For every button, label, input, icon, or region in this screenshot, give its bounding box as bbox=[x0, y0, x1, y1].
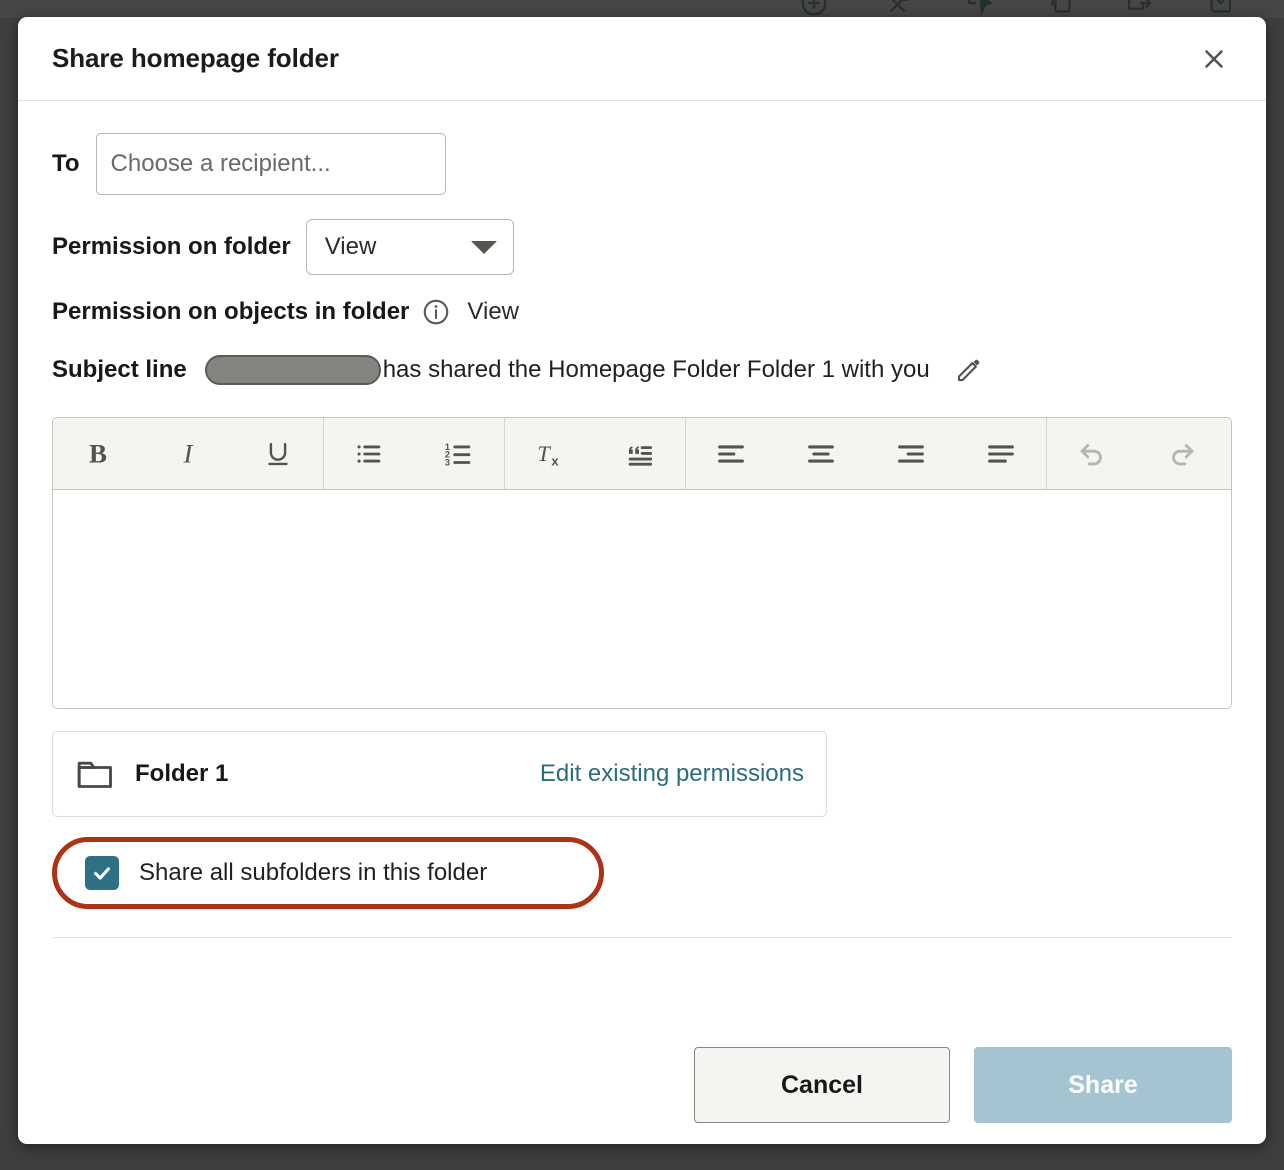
svg-text:B: B bbox=[89, 438, 107, 468]
italic-icon[interactable]: I bbox=[143, 418, 233, 489]
background-app-toolbar bbox=[0, 0, 1284, 18]
move-to-icon bbox=[1122, 0, 1156, 18]
permission-on-folder-select[interactable]: View bbox=[305, 219, 514, 275]
share-all-subfolders-label[interactable]: Share all subfolders in this folder bbox=[139, 859, 487, 887]
page-title: Share homepage folder bbox=[52, 43, 339, 73]
svg-text:3: 3 bbox=[445, 457, 450, 467]
clear-formatting-icon[interactable]: T x bbox=[505, 418, 595, 489]
toolbar-group-history bbox=[1047, 418, 1227, 489]
align-center-icon[interactable] bbox=[776, 418, 866, 489]
permission-on-objects-label: Permission on objects in folder bbox=[52, 298, 410, 325]
footer-divider bbox=[52, 937, 1232, 938]
to-label: To bbox=[52, 150, 80, 177]
bulleted-list-icon[interactable] bbox=[324, 418, 414, 489]
share-all-subfolders-checkbox[interactable] bbox=[85, 856, 119, 890]
toolbar-group-lists: 1 2 3 bbox=[324, 418, 505, 489]
folder-card: Folder 1 Edit existing permissions bbox=[52, 731, 827, 817]
add-circle-icon bbox=[797, 0, 831, 18]
toolbar-group-text-style: B I bbox=[53, 418, 324, 489]
chevron-down-icon bbox=[470, 240, 497, 254]
connector-icon bbox=[882, 0, 916, 18]
message-body-input[interactable] bbox=[53, 490, 1231, 708]
message-editor: B I 1 2 3 T x bbox=[52, 417, 1232, 709]
share-homepage-folder-dialog: Share homepage folder To Choose a recipi… bbox=[18, 17, 1266, 1144]
numbered-list-icon[interactable]: 1 2 3 bbox=[414, 418, 504, 489]
info-icon[interactable] bbox=[421, 297, 451, 327]
permission-on-objects-value: View bbox=[467, 298, 519, 325]
bold-icon[interactable]: B bbox=[53, 418, 143, 489]
permission-on-folder-label: Permission on folder bbox=[52, 233, 291, 260]
svg-text:x: x bbox=[551, 453, 558, 468]
editor-toolbar: B I 1 2 3 T x bbox=[53, 418, 1231, 490]
dialog-header: Share homepage folder bbox=[18, 17, 1266, 101]
recipient-row: To Choose a recipient... bbox=[52, 133, 1232, 195]
permission-on-objects-row: Permission on objects in folder View bbox=[52, 297, 1232, 327]
recipient-input[interactable]: Choose a recipient... bbox=[95, 133, 446, 195]
close-icon[interactable] bbox=[1192, 37, 1236, 81]
dialog-body: To Choose a recipient... Permission on f… bbox=[18, 101, 1266, 1026]
pointer-node-icon bbox=[962, 0, 996, 18]
redacted-sender-name bbox=[204, 355, 381, 385]
cancel-button[interactable]: Cancel bbox=[694, 1047, 950, 1123]
toolbar-group-alignment bbox=[686, 418, 1047, 489]
folder-icon bbox=[75, 754, 115, 794]
svg-text:I: I bbox=[183, 438, 195, 468]
folder-name: Folder 1 bbox=[135, 760, 229, 787]
redo-icon[interactable] bbox=[1137, 418, 1227, 489]
undo-icon[interactable] bbox=[1047, 418, 1137, 489]
edit-existing-permissions-link[interactable]: Edit existing permissions bbox=[540, 760, 804, 788]
underline-icon[interactable] bbox=[233, 418, 323, 489]
share-button[interactable]: Share bbox=[974, 1047, 1232, 1123]
align-right-icon[interactable] bbox=[866, 418, 956, 489]
svg-text:T: T bbox=[537, 441, 551, 466]
subject-line-text: has shared the Homepage Folder Folder 1 … bbox=[382, 356, 930, 383]
align-left-icon[interactable] bbox=[686, 418, 776, 489]
subject-line-row: Subject line has shared the Homepage Fol… bbox=[52, 353, 1232, 387]
permission-on-folder-row: Permission on folder View bbox=[52, 219, 1232, 275]
align-justify-icon[interactable] bbox=[956, 418, 1046, 489]
permission-on-folder-value: View bbox=[324, 233, 377, 260]
download-box-icon bbox=[1203, 0, 1237, 18]
toolbar-group-format: T x bbox=[505, 418, 686, 489]
blockquote-icon[interactable] bbox=[595, 418, 685, 489]
recipient-placeholder: Choose a recipient... bbox=[110, 150, 331, 177]
copy-icon bbox=[1044, 0, 1078, 18]
dialog-footer: Cancel Share bbox=[18, 1026, 1266, 1144]
annotation-highlight-box: Share all subfolders in this folder bbox=[52, 837, 604, 909]
subject-line-label: Subject line bbox=[52, 356, 187, 383]
pencil-edit-icon[interactable] bbox=[952, 353, 986, 387]
